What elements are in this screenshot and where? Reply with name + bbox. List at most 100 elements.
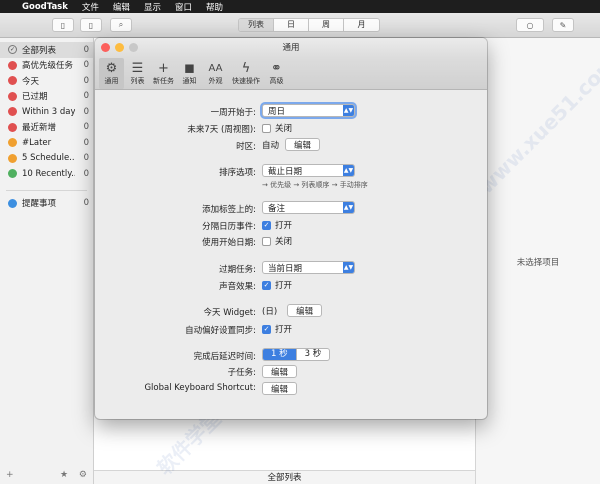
tab-appearance[interactable]: AA 外观 xyxy=(203,58,228,89)
menu-app-name[interactable]: GoodTask xyxy=(22,2,68,12)
delay-option-3s[interactable]: 3 秒 xyxy=(297,349,330,360)
sidebar-item-label: 全部列表 xyxy=(22,45,57,56)
subtask-control: 编辑 xyxy=(262,365,298,378)
tab-label: 高级 xyxy=(269,77,284,85)
add-tag-select[interactable]: 备注 ▲▼ xyxy=(262,201,355,214)
sidebar-footer: + ★ ⚙ xyxy=(6,470,87,480)
checkbox-label: 关闭 xyxy=(275,237,293,247)
chevron-updown-icon: ▲▼ xyxy=(343,165,354,176)
tab-notifications[interactable]: ◼ 通知 xyxy=(177,58,202,89)
settings-gear-icon[interactable]: ⚙ xyxy=(79,470,87,480)
main-toolbar: ▯ ▯ ⌕ 列表 日 周 月 ○ ✎ xyxy=(0,13,600,38)
panel-icon: ▯ xyxy=(88,20,94,30)
split-cal-control: ✓ 打开 xyxy=(262,219,292,231)
circle-button[interactable]: ○ xyxy=(516,18,544,32)
use-start-control: 关闭 xyxy=(262,235,292,247)
checkbox-label: 关闭 xyxy=(275,124,293,134)
zoom-window-button[interactable] xyxy=(129,43,138,52)
sidebar-item-5-scheduled[interactable]: 5 Schedule... 0 xyxy=(0,151,93,167)
sidebar-item-all-lists[interactable]: ✓ 全部列表 0 xyxy=(0,42,93,58)
minimize-window-button[interactable] xyxy=(115,43,124,52)
tab-new-task[interactable]: + 新任务 xyxy=(151,58,176,89)
sidebar-item-label: 高优先级任务 xyxy=(22,61,74,72)
delay-option-1s[interactable]: 1 秒 xyxy=(263,349,297,360)
split-cal-checkbox[interactable]: ✓ xyxy=(262,220,271,230)
checkbox-label: 打开 xyxy=(275,221,293,231)
tab-quick-actions[interactable]: ϟ 快速操作 xyxy=(229,58,263,89)
view-list-tab[interactable]: 列表 xyxy=(239,19,274,31)
menu-file[interactable]: 文件 xyxy=(82,1,99,13)
select-value: 当前日期 xyxy=(268,263,303,274)
sidebar-item-label: 最近新增 xyxy=(22,123,57,134)
autosync-checkbox[interactable]: ✓ xyxy=(262,324,271,334)
sidebar-item-label: 提醒事项 xyxy=(22,199,57,210)
widget-control: (日) 编辑 xyxy=(262,304,323,317)
use-start-checkbox[interactable] xyxy=(262,236,271,246)
sidebar-item-label: 今天 xyxy=(22,76,40,87)
checkbox-label: 打开 xyxy=(275,281,293,291)
week-start-label: 一周开始于: xyxy=(210,108,256,118)
menu-view[interactable]: 显示 xyxy=(144,1,161,13)
list-dot-icon xyxy=(8,198,17,208)
delay-segmented-control: 1 秒 3 秒 xyxy=(262,348,331,361)
list-dot-icon xyxy=(8,76,17,86)
plus-icon: + xyxy=(158,61,169,76)
tab-advanced[interactable]: ⚭ 高级 xyxy=(264,58,289,89)
sidebar-item-label: 5 Schedule... xyxy=(22,153,75,164)
shortcut-edit-button[interactable]: 编辑 xyxy=(262,382,298,395)
chevron-updown-icon: ▲▼ xyxy=(343,262,354,273)
compose-button[interactable]: ✎ xyxy=(552,18,574,32)
sidebar-item-10-recently[interactable]: 10 Recently... 0 xyxy=(0,166,93,182)
tab-lists[interactable]: ☰ 列表 xyxy=(125,58,150,89)
detail-toggle-button[interactable]: ▯ xyxy=(80,18,102,32)
next7-checkbox[interactable] xyxy=(262,123,271,133)
shortcut-label: Global Keyboard Shortcut: xyxy=(144,383,256,393)
menu-window[interactable]: 窗口 xyxy=(175,1,192,13)
sidebar-item-count: 0 xyxy=(83,106,89,117)
sidebar-item-within-3-days[interactable]: Within 3 days 0 xyxy=(0,104,93,120)
sidebar-item-label: Within 3 days xyxy=(22,106,75,117)
split-cal-label: 分隔日历事件: xyxy=(202,222,256,232)
timezone-edit-button[interactable]: 编辑 xyxy=(285,138,321,151)
delay-label: 完成后延迟时间: xyxy=(193,352,256,362)
list-dot-icon xyxy=(8,107,17,117)
week-start-control: 周日 ▲▼ xyxy=(262,104,355,117)
select-value: 周日 xyxy=(268,106,286,117)
sidebar-item-reminders[interactable]: 提醒事项 0 xyxy=(0,196,93,212)
week-start-select[interactable]: 周日 ▲▼ xyxy=(262,104,355,117)
sidebar-toggle-button[interactable]: ▯ xyxy=(52,18,74,32)
view-month-tab[interactable]: 月 xyxy=(344,19,379,31)
menu-edit[interactable]: 编辑 xyxy=(113,1,130,13)
sidebar-item-high-priority[interactable]: 高优先级任务 0 xyxy=(0,58,93,74)
shortcut-control: 编辑 xyxy=(262,382,298,395)
sort-select[interactable]: 截止日期 ▲▼ xyxy=(262,164,355,177)
gears-icon: ⚭ xyxy=(271,61,282,76)
select-value: 备注 xyxy=(268,203,286,214)
preferences-titlebar: 通用 xyxy=(95,38,487,58)
search-icon: ⌕ xyxy=(118,20,124,29)
view-day-tab[interactable]: 日 xyxy=(274,19,309,31)
tab-general[interactable]: ⚙ 通用 xyxy=(99,58,124,89)
search-button[interactable]: ⌕ xyxy=(110,18,132,32)
add-list-icon[interactable]: + xyxy=(6,470,14,480)
sidebar-item-recently-added[interactable]: 最近新增 0 xyxy=(0,120,93,136)
sidebar-item-count: 0 xyxy=(83,137,89,148)
star-icon[interactable]: ★ xyxy=(60,470,68,480)
compose-icon: ✎ xyxy=(559,20,567,30)
list-dot-icon xyxy=(8,153,17,163)
checkmark-icon: ✓ xyxy=(8,45,17,55)
use-start-label: 使用开始日期: xyxy=(202,238,256,248)
sound-checkbox[interactable]: ✓ xyxy=(262,280,271,290)
view-week-tab[interactable]: 周 xyxy=(309,19,344,31)
sidebar-item-later[interactable]: #Later 0 xyxy=(0,135,93,151)
sidebar-item-overdue[interactable]: 已过期 0 xyxy=(0,89,93,105)
sidebar-item-today[interactable]: 今天 0 xyxy=(0,73,93,89)
subtask-edit-button[interactable]: 编辑 xyxy=(262,365,298,378)
menu-bar: GoodTask 文件 编辑 显示 窗口 帮助 xyxy=(0,0,600,13)
overdue-select[interactable]: 当前日期 ▲▼ xyxy=(262,261,355,274)
widget-edit-button[interactable]: 编辑 xyxy=(287,304,323,317)
close-window-button[interactable] xyxy=(101,43,110,52)
next7-label: 未来7天 (周视图): xyxy=(187,125,256,135)
menu-help[interactable]: 帮助 xyxy=(206,1,223,13)
notification-icon: ◼ xyxy=(184,61,195,76)
